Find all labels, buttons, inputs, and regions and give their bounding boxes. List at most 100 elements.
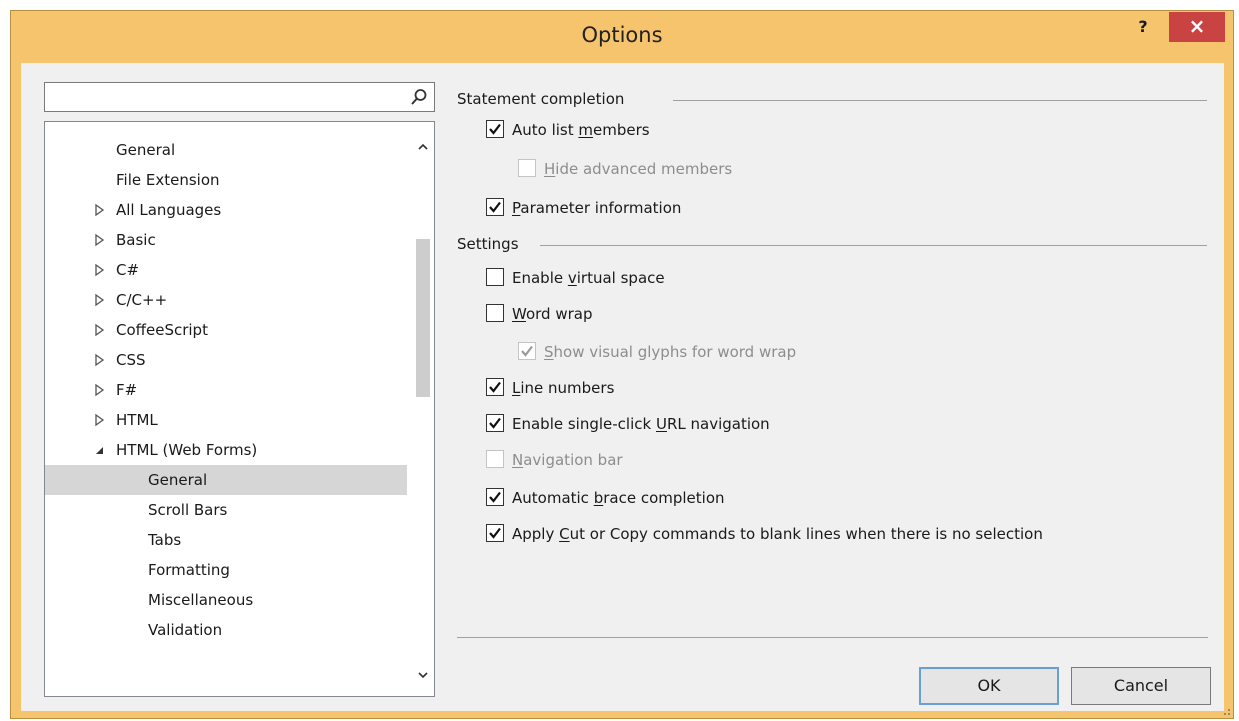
checkbox-checked-icon[interactable] [486, 414, 504, 432]
tree-item-label: CSS [116, 351, 146, 369]
tree-item-label: Validation [148, 621, 223, 639]
expand-arrow-icon[interactable] [93, 345, 107, 375]
tree-item[interactable]: File Extension [45, 165, 407, 195]
tree-item-label: All Languages [116, 201, 222, 219]
tree-item[interactable]: C/C++ [45, 285, 407, 315]
statement-completion-heading: Statement completion [457, 90, 625, 108]
tree-item[interactable]: C# [45, 255, 407, 285]
options-dialog: Options ? × General File Extension All Lan… [10, 10, 1234, 719]
option-label-text: ord wrap [525, 305, 593, 323]
tree-item[interactable]: All Languages [45, 195, 407, 225]
checkbox-checked-icon [518, 342, 536, 360]
tree-item[interactable]: CoffeeScript [45, 315, 407, 345]
tree-item-selected[interactable]: General [45, 465, 407, 495]
option-label-text: Apply [512, 525, 560, 543]
option-access-key: v [567, 269, 577, 287]
option-label: Parameter information [512, 195, 681, 221]
tree-item[interactable]: Formatting [45, 555, 407, 585]
option-label-text: ide advanced members [555, 160, 733, 178]
option-label-text: avigation bar [523, 451, 623, 469]
checkbox-checked-icon[interactable] [486, 120, 504, 138]
tree-item-label: HTML (Web Forms) [116, 441, 258, 459]
option-label: Enable virtual space [512, 265, 665, 291]
option-access-key: S [544, 343, 554, 361]
checkbox-unchecked-icon[interactable] [486, 268, 504, 286]
option-label: Hide advanced members [544, 156, 732, 182]
tree-item[interactable]: General [45, 135, 407, 165]
search-input[interactable] [47, 85, 387, 109]
checkbox-checked-icon[interactable] [486, 488, 504, 506]
options-tree: General File Extension All Languages Basic C… [44, 121, 435, 697]
scroll-down-arrow-icon[interactable] [412, 664, 434, 686]
checkbox-unchecked-icon[interactable] [486, 304, 504, 322]
cancel-button[interactable]: Cancel [1071, 667, 1211, 705]
option-label-text: Enable single-click [512, 415, 656, 433]
option-access-key: W [512, 305, 526, 323]
checkbox-unchecked-icon [486, 450, 504, 468]
option-access-key: N [512, 451, 524, 469]
option-access-key: H [544, 160, 556, 178]
dialog-title: Options [581, 23, 663, 47]
tree-item[interactable]: Miscellaneous [45, 585, 407, 615]
option-label: Show visual glyphs for word wrap [544, 339, 796, 365]
tree-item-label: General [148, 471, 208, 489]
checkbox-unchecked-icon [518, 159, 536, 177]
settings-divider [540, 245, 1207, 246]
option-label-text: embers [593, 121, 650, 139]
title-bar[interactable]: Options ? × [11, 11, 1233, 63]
tree-item-label: File Extension [116, 171, 220, 189]
expand-arrow-icon[interactable] [93, 195, 107, 225]
tree-item[interactable]: F# [45, 375, 407, 405]
collapse-arrow-icon[interactable] [93, 435, 107, 465]
tree-item-label: General [116, 141, 176, 159]
option-label: Line numbers [512, 375, 614, 401]
option-access-key: U [655, 415, 667, 433]
expand-arrow-icon[interactable] [93, 405, 107, 435]
tree-item-label: HTML [116, 411, 158, 429]
checkbox-checked-icon[interactable] [486, 524, 504, 542]
option-access-key: b [593, 489, 604, 507]
option-label: Word wrap [512, 301, 592, 327]
expand-arrow-icon[interactable] [93, 285, 107, 315]
expand-arrow-icon[interactable] [93, 315, 107, 345]
tree-item[interactable]: Basic [45, 225, 407, 255]
tree-scrollbar[interactable] [412, 122, 434, 696]
close-button[interactable]: × [1169, 12, 1225, 42]
tree-item-label: CoffeeScript [116, 321, 208, 339]
tree-item[interactable]: CSS [45, 345, 407, 375]
tree-item-label: Miscellaneous [148, 591, 254, 609]
checkbox-checked-icon[interactable] [486, 198, 504, 216]
option-access-key: m [578, 121, 594, 139]
ok-button[interactable]: OK [919, 667, 1059, 705]
search-icon[interactable] [410, 88, 428, 106]
bottom-divider [457, 637, 1208, 638]
tree-item-label: Scroll Bars [148, 501, 228, 519]
checkbox-checked-icon[interactable] [486, 378, 504, 396]
dialog-body: General File Extension All Languages Basic C… [21, 63, 1224, 711]
expand-arrow-icon[interactable] [93, 375, 107, 405]
expand-arrow-icon[interactable] [93, 255, 107, 285]
resize-grip-icon[interactable] [1219, 704, 1231, 716]
tree-item-label: Basic [116, 231, 156, 249]
option-label-text: how visual glyphs for word wrap [553, 343, 797, 361]
settings-heading: Settings [457, 235, 519, 253]
tree-item-label: C/C++ [116, 291, 168, 309]
expand-arrow-icon[interactable] [93, 225, 107, 255]
option-label-text: ine numbers [520, 379, 615, 397]
statement-completion-divider [673, 100, 1207, 101]
option-label-text: Automatic [512, 489, 594, 507]
option-label: Apply Cut or Copy commands to blank line… [512, 521, 1043, 547]
scrollbar-thumb[interactable] [416, 239, 430, 397]
option-label-text: ut or Copy commands to blank lines when … [569, 525, 1043, 543]
tree-item-label: C# [116, 261, 140, 279]
scroll-up-arrow-icon[interactable] [412, 136, 434, 158]
tree-item[interactable]: HTML (Web Forms) [45, 435, 407, 465]
tree-item[interactable]: HTML [45, 405, 407, 435]
tree-item[interactable]: Validation [45, 615, 407, 645]
tree-item[interactable]: Scroll Bars [45, 495, 407, 525]
help-button[interactable]: ? [1129, 13, 1157, 41]
search-box[interactable] [44, 82, 435, 112]
tree-item-label: Tabs [148, 531, 182, 549]
tree-item[interactable]: Tabs [45, 525, 407, 555]
option-label: Enable single-click URL navigation [512, 411, 770, 437]
